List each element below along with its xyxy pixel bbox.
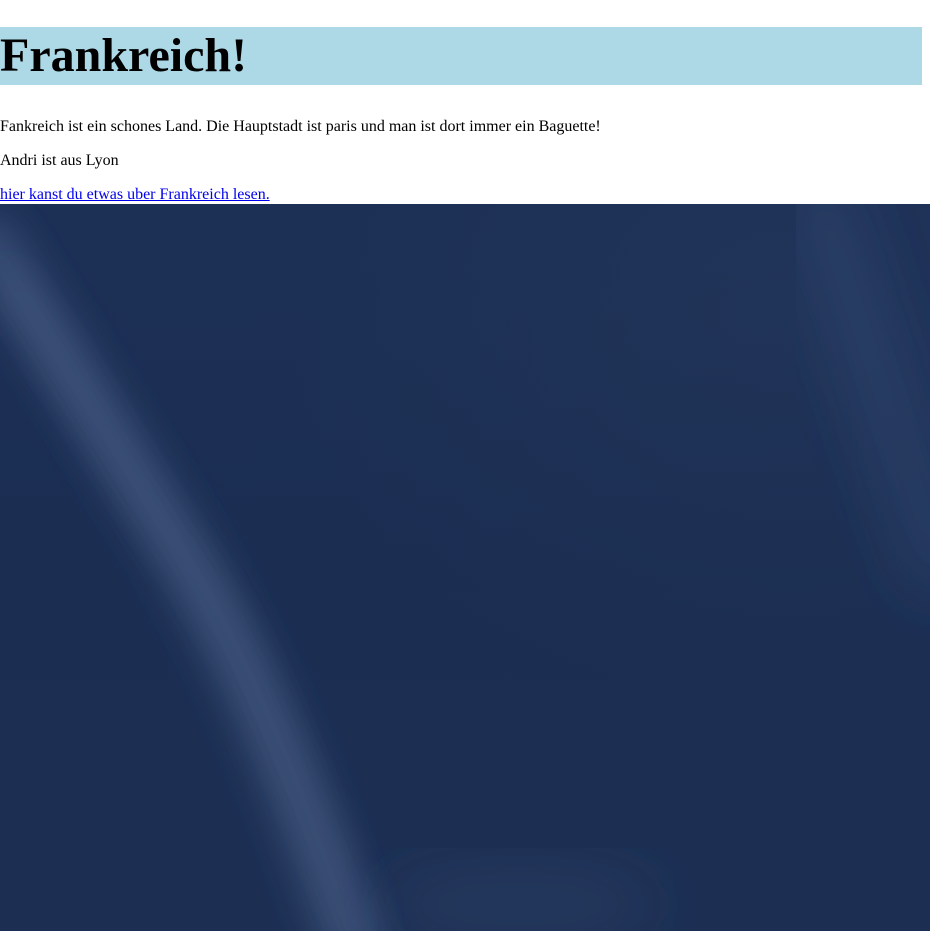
- page-title: Frankreich!: [0, 27, 922, 85]
- intro-paragraph: Fankreich ist ein schones Land. Die Haup…: [0, 118, 601, 135]
- person-paragraph: Andri ist aus Lyon: [0, 152, 119, 169]
- contrail-sky-graphic: [0, 204, 930, 931]
- link-paragraph: hier kanst du etwas uber Frankreich lese…: [0, 186, 270, 204]
- read-more-link[interactable]: hier kanst du etwas uber Frankreich lese…: [0, 186, 270, 203]
- haze-streak: [790, 204, 930, 593]
- sky-photo: [0, 204, 930, 931]
